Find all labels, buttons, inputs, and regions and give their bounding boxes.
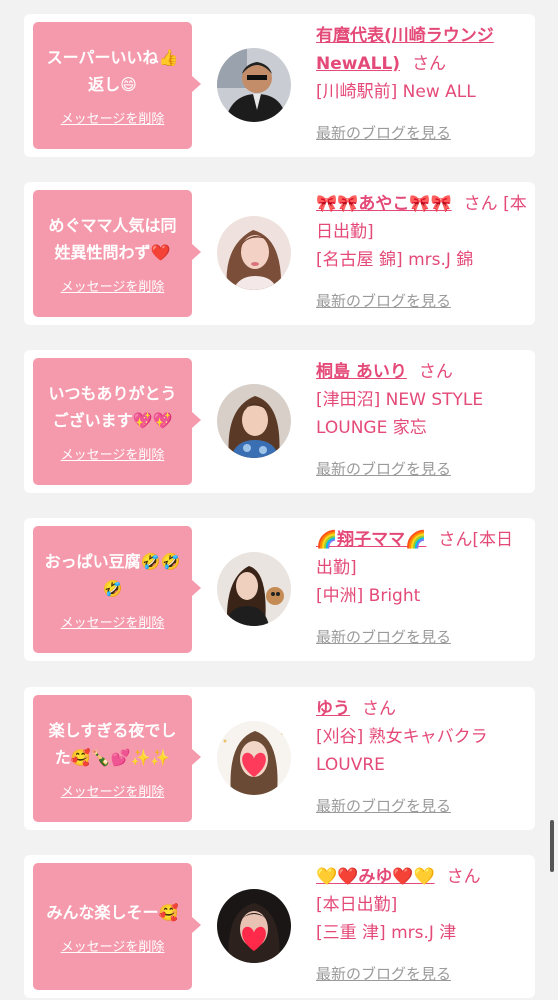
avatar[interactable] xyxy=(217,48,291,122)
shop-name: [津田沼] NEW STYLE LOUNGE 家忘 xyxy=(316,390,484,438)
honorific: さん xyxy=(446,867,481,887)
shop-name: [名古屋 錦] mrs.J 錦 xyxy=(316,250,474,270)
message-bubble: みんな楽しそー🥰 メッセージを削除 xyxy=(33,863,201,990)
message-text: おっぱい豆腐🤣🤣🤣 xyxy=(44,552,181,598)
profile-info: 🎀🎀あやこ🎀🎀 さん [本日出勤] [名古屋 錦] mrs.J 錦 xyxy=(316,190,528,274)
message-bubble: 楽しすぎる夜でした🥰🍾💕✨✨ メッセージを削除 xyxy=(33,695,201,822)
message-card: みんな楽しそー🥰 メッセージを削除 💛❤️みゆ❤️💛 さん [本日出勤] [三重 … xyxy=(24,855,535,998)
blog-link[interactable]: 最新のブログを見る xyxy=(316,290,451,311)
message-card: 楽しすぎる夜でした🥰🍾💕✨✨ メッセージを削除 ゆう さん [刈谷] 熟女キャバク… xyxy=(24,687,535,830)
honorific: さん xyxy=(463,194,498,214)
attendance-status: [本日出勤] xyxy=(316,895,398,915)
message-bubble: いつもありがとうございます💖💖 メッセージを削除 xyxy=(33,358,201,485)
shop-name: [中洲] Bright xyxy=(316,586,421,606)
delete-message-link[interactable]: メッセージを削除 xyxy=(61,444,165,463)
honorific: さん xyxy=(362,699,396,719)
profile-info: 桐島 あいり さん [津田沼] NEW STYLE LOUNGE 家忘 xyxy=(316,358,528,442)
message-text: めぐママ人気は同姓異性問わず❤️ xyxy=(48,216,177,262)
avatar[interactable] xyxy=(217,216,291,290)
blog-link[interactable]: 最新のブログを見る xyxy=(316,458,451,479)
message-card: めぐママ人気は同姓異性問わず❤️ メッセージを削除 🎀🎀あやこ🎀🎀 さん [本日出… xyxy=(24,182,535,325)
blog-link[interactable]: 最新のブログを見る xyxy=(316,122,451,143)
user-name-link[interactable]: ゆう xyxy=(316,699,350,719)
message-bubble: めぐママ人気は同姓異性問わず❤️ メッセージを削除 xyxy=(33,190,201,317)
shop-name: [川崎駅前] New ALL xyxy=(316,82,476,102)
honorific: さん xyxy=(412,54,447,74)
delete-message-link[interactable]: メッセージを削除 xyxy=(61,276,165,295)
honorific: さん xyxy=(418,362,453,382)
user-name-link[interactable]: 💛❤️みゆ❤️💛 xyxy=(316,867,435,887)
message-card: スーパーいいね👍返し😄 メッセージを削除 有麿代表(川崎ラウンジNewALL) さ… xyxy=(24,14,535,157)
delete-message-link[interactable]: メッセージを削除 xyxy=(61,612,165,631)
profile-info: 💛❤️みゆ❤️💛 さん [本日出勤] [三重 津] mrs.J 津 xyxy=(316,863,528,947)
message-bubble: スーパーいいね👍返し😄 メッセージを削除 xyxy=(33,22,201,149)
message-text: 楽しすぎる夜でした🥰🍾💕✨✨ xyxy=(48,721,177,767)
blog-link[interactable]: 最新のブログを見る xyxy=(316,963,451,984)
message-card: おっぱい豆腐🤣🤣🤣 メッセージを削除 🌈翔子ママ🌈 さん[本日出勤] [中洲] B… xyxy=(24,518,535,661)
shop-name: [三重 津] mrs.J 津 xyxy=(316,923,457,943)
delete-message-link[interactable]: メッセージを削除 xyxy=(61,936,165,955)
user-name-link[interactable]: 有麿代表(川崎ラウンジNewALL) xyxy=(316,26,494,74)
delete-message-link[interactable]: メッセージを削除 xyxy=(61,781,165,800)
message-card: いつもありがとうございます💖💖 メッセージを削除 桐島 あいり さん [津田沼] … xyxy=(24,350,535,493)
message-text: スーパーいいね👍返し😄 xyxy=(46,48,179,94)
avatar[interactable] xyxy=(217,384,291,458)
profile-info: 有麿代表(川崎ラウンジNewALL) さん [川崎駅前] New ALL xyxy=(316,22,528,106)
message-text: みんな楽しそー🥰 xyxy=(46,902,179,922)
profile-info: ゆう さん [刈谷] 熟女キャバクラ LOUVRE xyxy=(316,695,528,779)
honorific: さん xyxy=(438,530,473,550)
message-bubble: おっぱい豆腐🤣🤣🤣 メッセージを削除 xyxy=(33,526,201,653)
avatar[interactable] xyxy=(217,552,291,626)
delete-message-link[interactable]: メッセージを削除 xyxy=(61,108,165,127)
avatar[interactable] xyxy=(217,889,291,963)
profile-info: 🌈翔子ママ🌈 さん[本日出勤] [中洲] Bright xyxy=(316,526,528,610)
user-name-link[interactable]: 🎀🎀あやこ🎀🎀 xyxy=(316,194,452,214)
user-name-link[interactable]: 🌈翔子ママ🌈 xyxy=(316,530,426,550)
blog-link[interactable]: 最新のブログを見る xyxy=(316,626,451,647)
user-name-link[interactable]: 桐島 あいり xyxy=(316,362,407,382)
shop-name: [刈谷] 熟女キャバクラ LOUVRE xyxy=(316,727,488,775)
message-text: いつもありがとうございます💖💖 xyxy=(48,384,177,430)
scrollbar-thumb[interactable] xyxy=(550,820,554,872)
blog-link[interactable]: 最新のブログを見る xyxy=(316,795,451,816)
avatar[interactable] xyxy=(217,721,291,795)
